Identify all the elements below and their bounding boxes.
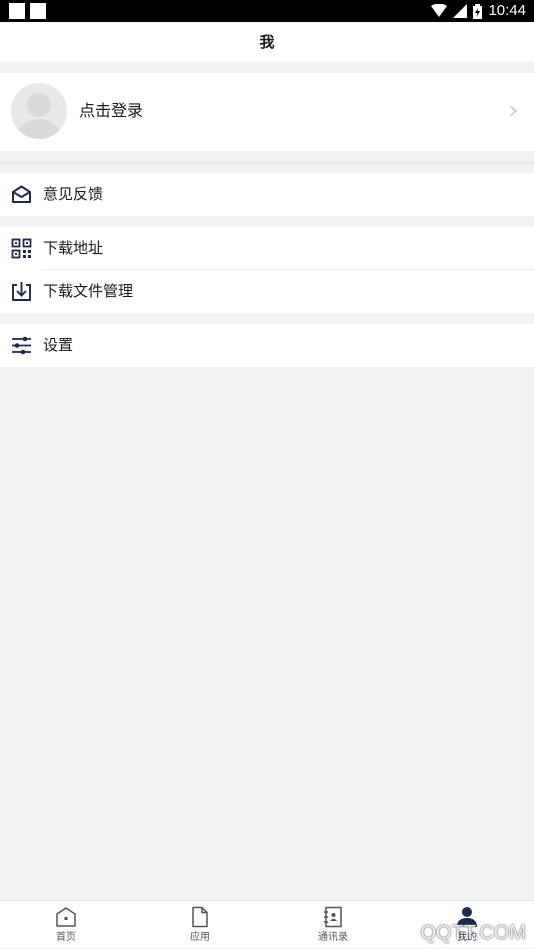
tab-label: 首页 [56, 932, 76, 943]
menu-label: 下载地址 [43, 239, 104, 257]
file-icon [192, 906, 208, 928]
status-indicators: 10:44 [431, 0, 526, 22]
chevron-right-icon [509, 105, 518, 117]
status-bar: 10:44 [0, 0, 534, 22]
menu-item-download-manager[interactable]: 下载文件管理 [0, 270, 534, 313]
qr-code-icon [11, 238, 32, 259]
download-icon [12, 282, 31, 301]
battery-icon [473, 3, 483, 19]
page-title: 我 [0, 22, 534, 62]
signal-icon [453, 4, 468, 18]
watermark: QQTT.COM [420, 922, 526, 944]
menu-label: 意见反馈 [43, 185, 104, 203]
sliders-icon [12, 336, 31, 355]
login-label: 点击登录 [79, 101, 144, 120]
menu-label: 下载文件管理 [43, 282, 134, 300]
notification-icon [30, 3, 46, 19]
tab-label: 通讯录 [318, 932, 348, 943]
tab-label: 应用 [190, 932, 210, 943]
menu-item-feedback[interactable]: 意见反馈 [0, 173, 534, 216]
contacts-icon [324, 906, 342, 928]
menu-item-download-address[interactable]: 下载地址 [0, 227, 534, 270]
tab-contacts[interactable]: 通讯录 [293, 901, 373, 949]
tab-home[interactable]: 首页 [26, 901, 106, 949]
wifi-icon [431, 4, 448, 17]
notification-icon [9, 3, 25, 19]
status-time: 10:44 [488, 2, 526, 19]
divider [0, 162, 534, 163]
menu-item-settings[interactable]: 设置 [0, 324, 534, 367]
login-card[interactable]: 点击登录 [0, 73, 534, 151]
home-icon [56, 907, 76, 927]
menu-label: 设置 [43, 336, 74, 354]
tab-apps[interactable]: 应用 [160, 901, 240, 949]
mail-icon [12, 185, 31, 203]
avatar [11, 83, 67, 139]
